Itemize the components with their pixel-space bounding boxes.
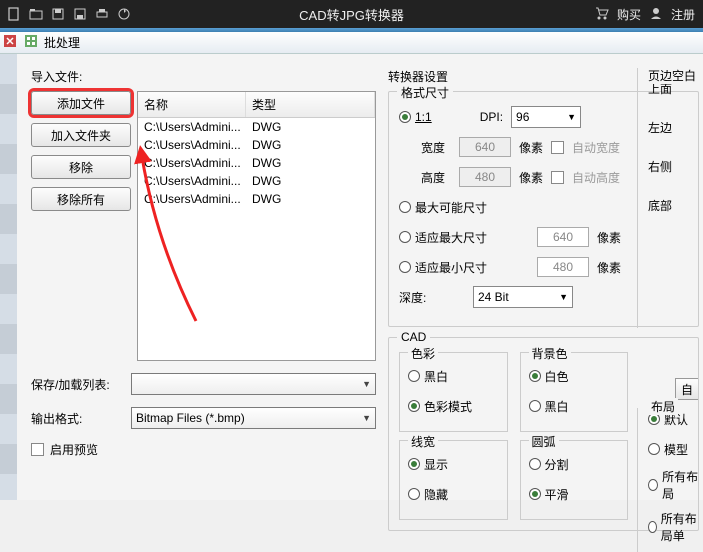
buy-link[interactable]: 购买 bbox=[617, 6, 641, 23]
save-list-combo[interactable]: ▼ bbox=[131, 373, 376, 395]
save-list-label: 保存/加载列表: bbox=[31, 376, 121, 393]
dpi-select[interactable]: 96▼ bbox=[511, 106, 581, 128]
table-row: C:\Users\Admini...DWG bbox=[138, 172, 375, 190]
dialog-header: 批处理 bbox=[0, 32, 703, 54]
margin-right-label: 右侧 bbox=[648, 158, 701, 175]
margins-title: 页边空白 bbox=[648, 67, 696, 84]
layout-all-radio[interactable] bbox=[648, 479, 658, 491]
table-row: C:\Users\Admini...DWG bbox=[138, 154, 375, 172]
color-sub-title: 色彩 bbox=[408, 345, 438, 362]
fit-max-input[interactable] bbox=[537, 227, 589, 247]
preview-label: 启用预览 bbox=[50, 441, 98, 458]
left-sidebar bbox=[0, 54, 17, 500]
auto-width-checkbox[interactable] bbox=[551, 141, 564, 154]
cad-title: CAD bbox=[397, 330, 430, 344]
layout-all-sheets-radio[interactable] bbox=[648, 521, 657, 533]
remove-all-button[interactable]: 移除所有 bbox=[31, 187, 131, 211]
table-row: C:\Users\Admini...DWG bbox=[138, 190, 375, 208]
app-titlebar: CAD转JPG转换器 购买 注册 bbox=[0, 0, 703, 28]
open-icon[interactable] bbox=[26, 4, 46, 24]
fit-max-radio[interactable] bbox=[399, 231, 411, 243]
color-mode-radio[interactable] bbox=[408, 400, 420, 412]
save-as-icon[interactable] bbox=[70, 4, 90, 24]
dialog-icon bbox=[24, 35, 38, 50]
output-format-label: 输出格式: bbox=[31, 410, 121, 427]
page-margins-group: 页边空白 上面 左边 右侧 底部 bbox=[637, 68, 701, 328]
refresh-icon[interactable] bbox=[114, 4, 134, 24]
width-label: 宽度 bbox=[421, 139, 451, 156]
chevron-down-icon: ▼ bbox=[362, 413, 371, 423]
lw-hide-radio[interactable] bbox=[408, 488, 420, 500]
bg-black-radio[interactable] bbox=[529, 400, 541, 412]
height-input[interactable] bbox=[459, 167, 511, 187]
arc-split-radio[interactable] bbox=[529, 458, 541, 470]
depth-select[interactable]: 24 Bit▼ bbox=[473, 286, 573, 308]
import-label: 导入文件: bbox=[31, 68, 376, 85]
cart-icon[interactable] bbox=[595, 6, 609, 23]
format-size-title: 格式尺寸 bbox=[397, 84, 453, 101]
dialog-close-icon[interactable] bbox=[4, 35, 18, 50]
arc-smooth-radio[interactable] bbox=[529, 488, 541, 500]
height-label: 高度 bbox=[421, 169, 451, 186]
file-list[interactable]: C:\Users\Admini...DWG C:\Users\Admini...… bbox=[138, 118, 375, 360]
depth-label: 深度: bbox=[399, 289, 435, 306]
ratio-1-1-radio[interactable] bbox=[399, 111, 411, 123]
table-row: C:\Users\Admini...DWG bbox=[138, 118, 375, 136]
add-folder-button[interactable]: 加入文件夹 bbox=[31, 123, 131, 147]
fit-min-radio[interactable] bbox=[399, 261, 411, 273]
arc-sub-title: 圆弧 bbox=[529, 433, 559, 450]
add-file-button[interactable]: 添加文件 bbox=[31, 91, 131, 115]
remove-button[interactable]: 移除 bbox=[31, 155, 131, 179]
output-format-combo[interactable]: Bitmap Files (*.bmp)▼ bbox=[131, 407, 376, 429]
margin-bottom-label: 底部 bbox=[648, 197, 701, 214]
lw-sub-title: 线宽 bbox=[408, 433, 438, 450]
register-link[interactable]: 注册 bbox=[671, 6, 695, 23]
layout-group: 布局 默认 模型 所有布局 所有布局单 bbox=[637, 408, 701, 552]
app-title: CAD转JPG转换器 bbox=[299, 5, 404, 24]
bw-radio[interactable] bbox=[408, 370, 420, 382]
chevron-down-icon: ▼ bbox=[362, 379, 371, 389]
width-input[interactable] bbox=[459, 137, 511, 157]
chevron-down-icon: ▼ bbox=[559, 292, 568, 302]
dialog-title: 批处理 bbox=[44, 34, 80, 51]
fit-min-input[interactable] bbox=[537, 257, 589, 277]
save-icon[interactable] bbox=[48, 4, 68, 24]
col-header-name[interactable]: 名称 bbox=[138, 92, 246, 117]
max-possible-radio[interactable] bbox=[399, 201, 411, 213]
layout-model-radio[interactable] bbox=[648, 443, 660, 455]
bg-sub-title: 背景色 bbox=[529, 345, 571, 362]
new-icon[interactable] bbox=[4, 4, 24, 24]
preview-checkbox[interactable] bbox=[31, 443, 44, 456]
dpi-label: DPI: bbox=[480, 110, 503, 124]
layout-title: 布局 bbox=[648, 398, 678, 415]
lw-show-radio[interactable] bbox=[408, 458, 420, 470]
chevron-down-icon: ▼ bbox=[567, 112, 576, 122]
auto-height-checkbox[interactable] bbox=[551, 171, 564, 184]
table-row: C:\Users\Admini...DWG bbox=[138, 136, 375, 154]
user-icon[interactable] bbox=[649, 6, 663, 23]
bg-white-radio[interactable] bbox=[529, 370, 541, 382]
margin-left-label: 左边 bbox=[648, 119, 701, 136]
col-header-type[interactable]: 类型 bbox=[246, 92, 375, 117]
print-icon[interactable] bbox=[92, 4, 112, 24]
